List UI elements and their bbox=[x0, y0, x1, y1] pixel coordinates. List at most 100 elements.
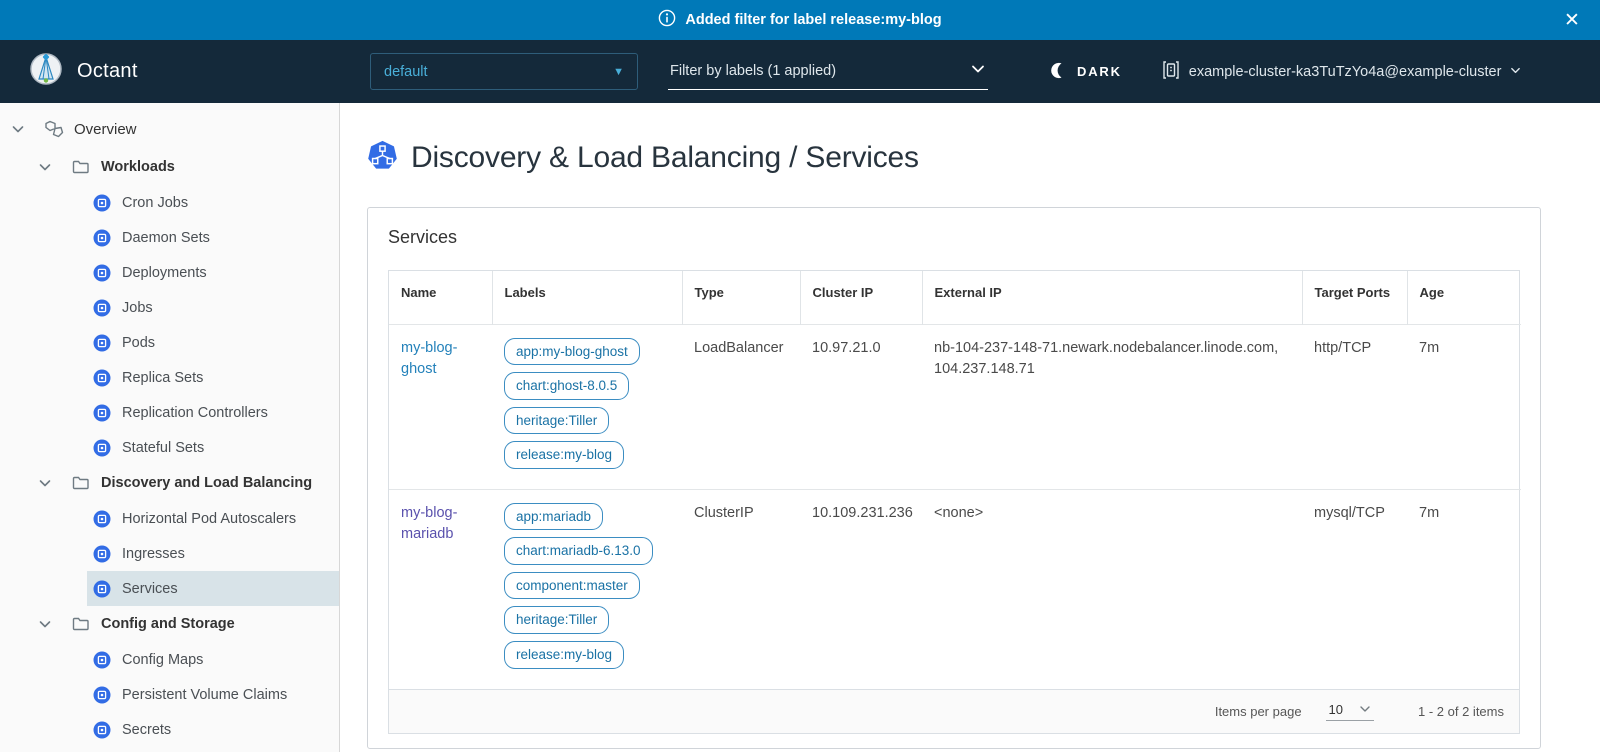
notification-text: Added filter for label release:my-blog bbox=[685, 12, 941, 28]
moon-icon bbox=[1050, 62, 1067, 82]
sidebar-item-label: Secrets bbox=[122, 722, 171, 738]
external-ip: nb-104-237-148-71.newark.nodebalancer.li… bbox=[922, 324, 1302, 489]
theme-toggle[interactable]: DARK bbox=[1050, 62, 1122, 82]
label-pill[interactable]: release:my-blog bbox=[504, 641, 624, 669]
octant-logo bbox=[26, 49, 66, 94]
jobs-icon bbox=[93, 299, 111, 317]
deployments-icon bbox=[93, 264, 111, 282]
sidebar-item-label: Replication Controllers bbox=[122, 405, 268, 421]
brand: Octant bbox=[0, 49, 340, 94]
cluster-selector[interactable]: example-cluster-ka3TuTzYo4a@example-clus… bbox=[1162, 60, 1522, 84]
service-name-link[interactable]: my-blog-mariadb bbox=[401, 505, 457, 542]
sidebar-item-daemon-sets[interactable]: Daemon Sets bbox=[87, 220, 339, 255]
sidebar-item-label: Cron Jobs bbox=[122, 195, 188, 211]
ingresses-icon bbox=[93, 545, 111, 563]
sidebar-item-discovery-and-load-balancing[interactable]: Discovery and Load Balancing bbox=[0, 465, 339, 501]
label-pill[interactable]: app:my-blog-ghost bbox=[504, 338, 640, 366]
notification-close-button[interactable]: ✕ bbox=[1556, 0, 1588, 40]
config-maps-icon bbox=[93, 651, 111, 669]
sidebar-item-persistent-volume-claims[interactable]: Persistent Volume Claims bbox=[87, 677, 339, 712]
info-circle-icon bbox=[658, 9, 676, 31]
sidebar-item-label: Pods bbox=[122, 335, 155, 351]
sidebar-item-label: Persistent Volume Claims bbox=[122, 687, 287, 703]
sidebar-item-config-and-storage[interactable]: Config and Storage bbox=[0, 606, 339, 642]
age: 7m bbox=[1407, 489, 1521, 688]
label-pill[interactable]: component:master bbox=[504, 572, 640, 600]
label-pill[interactable]: heritage:Tiller bbox=[504, 407, 609, 435]
chevron-down-icon[interactable] bbox=[37, 617, 53, 631]
column-header-type: Type bbox=[682, 271, 800, 324]
sidebar-item-label: Config Maps bbox=[122, 652, 203, 668]
sidebar-item-label: Jobs bbox=[122, 300, 153, 316]
chevron-down-icon[interactable] bbox=[10, 122, 26, 136]
label-filter-dropdown[interactable]: Filter by labels (1 applied) bbox=[668, 53, 988, 90]
page-size-value: 10 bbox=[1329, 702, 1343, 717]
sidebar-item-replica-sets[interactable]: Replica Sets bbox=[87, 360, 339, 395]
folder-icon bbox=[71, 474, 91, 492]
chevron-down-icon bbox=[970, 61, 986, 81]
sidebar-item-workloads[interactable]: Workloads bbox=[0, 149, 339, 185]
sidebar-item-jobs[interactable]: Jobs bbox=[87, 290, 339, 325]
column-header-age: Age bbox=[1407, 271, 1521, 324]
services-table: NameLabelsTypeCluster IPExternal IPTarge… bbox=[388, 270, 1520, 734]
label-pill[interactable]: chart:mariadb-6.13.0 bbox=[504, 537, 653, 565]
sidebar-item-cron-jobs[interactable]: Cron Jobs bbox=[87, 185, 339, 220]
label-pill[interactable]: chart:ghost-8.0.5 bbox=[504, 372, 629, 400]
chevron-down-small-icon bbox=[1510, 64, 1521, 80]
page-size-select[interactable]: 10 bbox=[1326, 702, 1374, 721]
stateful-sets-icon bbox=[93, 439, 111, 457]
column-header-name: Name bbox=[389, 271, 492, 324]
cluster-icon bbox=[1162, 60, 1180, 84]
table-row: my-blog-mariadb app:mariadb chart:mariadb-… bbox=[389, 489, 1521, 688]
items-per-page-label: Items per page bbox=[1215, 704, 1302, 719]
daemon-sets-icon bbox=[93, 229, 111, 247]
persistent-volume-claims-icon bbox=[93, 686, 111, 704]
secrets-icon bbox=[93, 721, 111, 739]
column-header-external-ip: External IP bbox=[922, 271, 1302, 324]
pods-icon bbox=[93, 334, 111, 352]
sidebar-item-secrets[interactable]: Secrets bbox=[87, 712, 339, 747]
main-content: Discovery & Load Balancing / Services Se… bbox=[340, 103, 1600, 752]
sidebar-item-pods[interactable]: Pods bbox=[87, 325, 339, 360]
target-ports: http/TCP bbox=[1302, 324, 1407, 489]
services-heptagon-icon bbox=[367, 140, 398, 176]
sidebar-item-label: Services bbox=[122, 581, 178, 597]
chevron-down-icon[interactable] bbox=[37, 476, 53, 490]
sidebar-item-overview[interactable]: Overview bbox=[0, 109, 339, 149]
sidebar-item-horizontal-pod-autoscalers[interactable]: Horizontal Pod Autoscalers bbox=[87, 501, 339, 536]
page-title: Discovery & Load Balancing / Services bbox=[411, 141, 919, 175]
sidebar-item-label: Discovery and Load Balancing bbox=[101, 475, 312, 491]
service-type: LoadBalancer bbox=[682, 324, 800, 489]
label-pill[interactable]: release:my-blog bbox=[504, 441, 624, 469]
replica-sets-icon bbox=[93, 369, 111, 387]
table-row: my-blog-ghost app:my-blog-ghost chart:ghos… bbox=[389, 324, 1521, 489]
sidebar-item-ingresses[interactable]: Ingresses bbox=[87, 536, 339, 571]
sidebar-item-replication-controllers[interactable]: Replication Controllers bbox=[87, 395, 339, 430]
label-pill[interactable]: app:mariadb bbox=[504, 503, 603, 531]
chevron-down-icon[interactable] bbox=[37, 160, 53, 174]
sidebar-item-label: Daemon Sets bbox=[122, 230, 210, 246]
cluster-name: example-cluster-ka3TuTzYo4a@example-clus… bbox=[1189, 64, 1502, 80]
service-name-link[interactable]: my-blog-ghost bbox=[401, 340, 457, 377]
namespace-select[interactable]: default ▼ bbox=[370, 53, 638, 90]
sidebar-item-label: Workloads bbox=[101, 159, 175, 175]
sidebar: Overview Workloads Cron Jobs Daemon Sets Dep… bbox=[0, 103, 340, 752]
cluster-ip: 10.109.231.236 bbox=[800, 489, 922, 688]
cron-jobs-icon bbox=[93, 194, 111, 212]
chevron-down-icon bbox=[1359, 703, 1371, 715]
card-title: Services bbox=[388, 227, 1520, 248]
sidebar-item-label: Replica Sets bbox=[122, 370, 203, 386]
column-header-target-ports: Target Ports bbox=[1302, 271, 1407, 324]
sidebar-item-deployments[interactable]: Deployments bbox=[87, 255, 339, 290]
service-type: ClusterIP bbox=[682, 489, 800, 688]
label-pill[interactable]: heritage:Tiller bbox=[504, 606, 609, 634]
sidebar-item-services[interactable]: Services bbox=[87, 571, 339, 606]
sidebar-item-config-maps[interactable]: Config Maps bbox=[87, 642, 339, 677]
replication-controllers-icon bbox=[93, 404, 111, 422]
sidebar-item-stateful-sets[interactable]: Stateful Sets bbox=[87, 430, 339, 465]
app-title: Octant bbox=[77, 60, 138, 83]
sidebar-item-label: Overview bbox=[74, 121, 137, 138]
namespace-value: default bbox=[384, 64, 428, 80]
target-ports: mysql/TCP bbox=[1302, 489, 1407, 688]
sidebar-item-label: Config and Storage bbox=[101, 616, 235, 632]
